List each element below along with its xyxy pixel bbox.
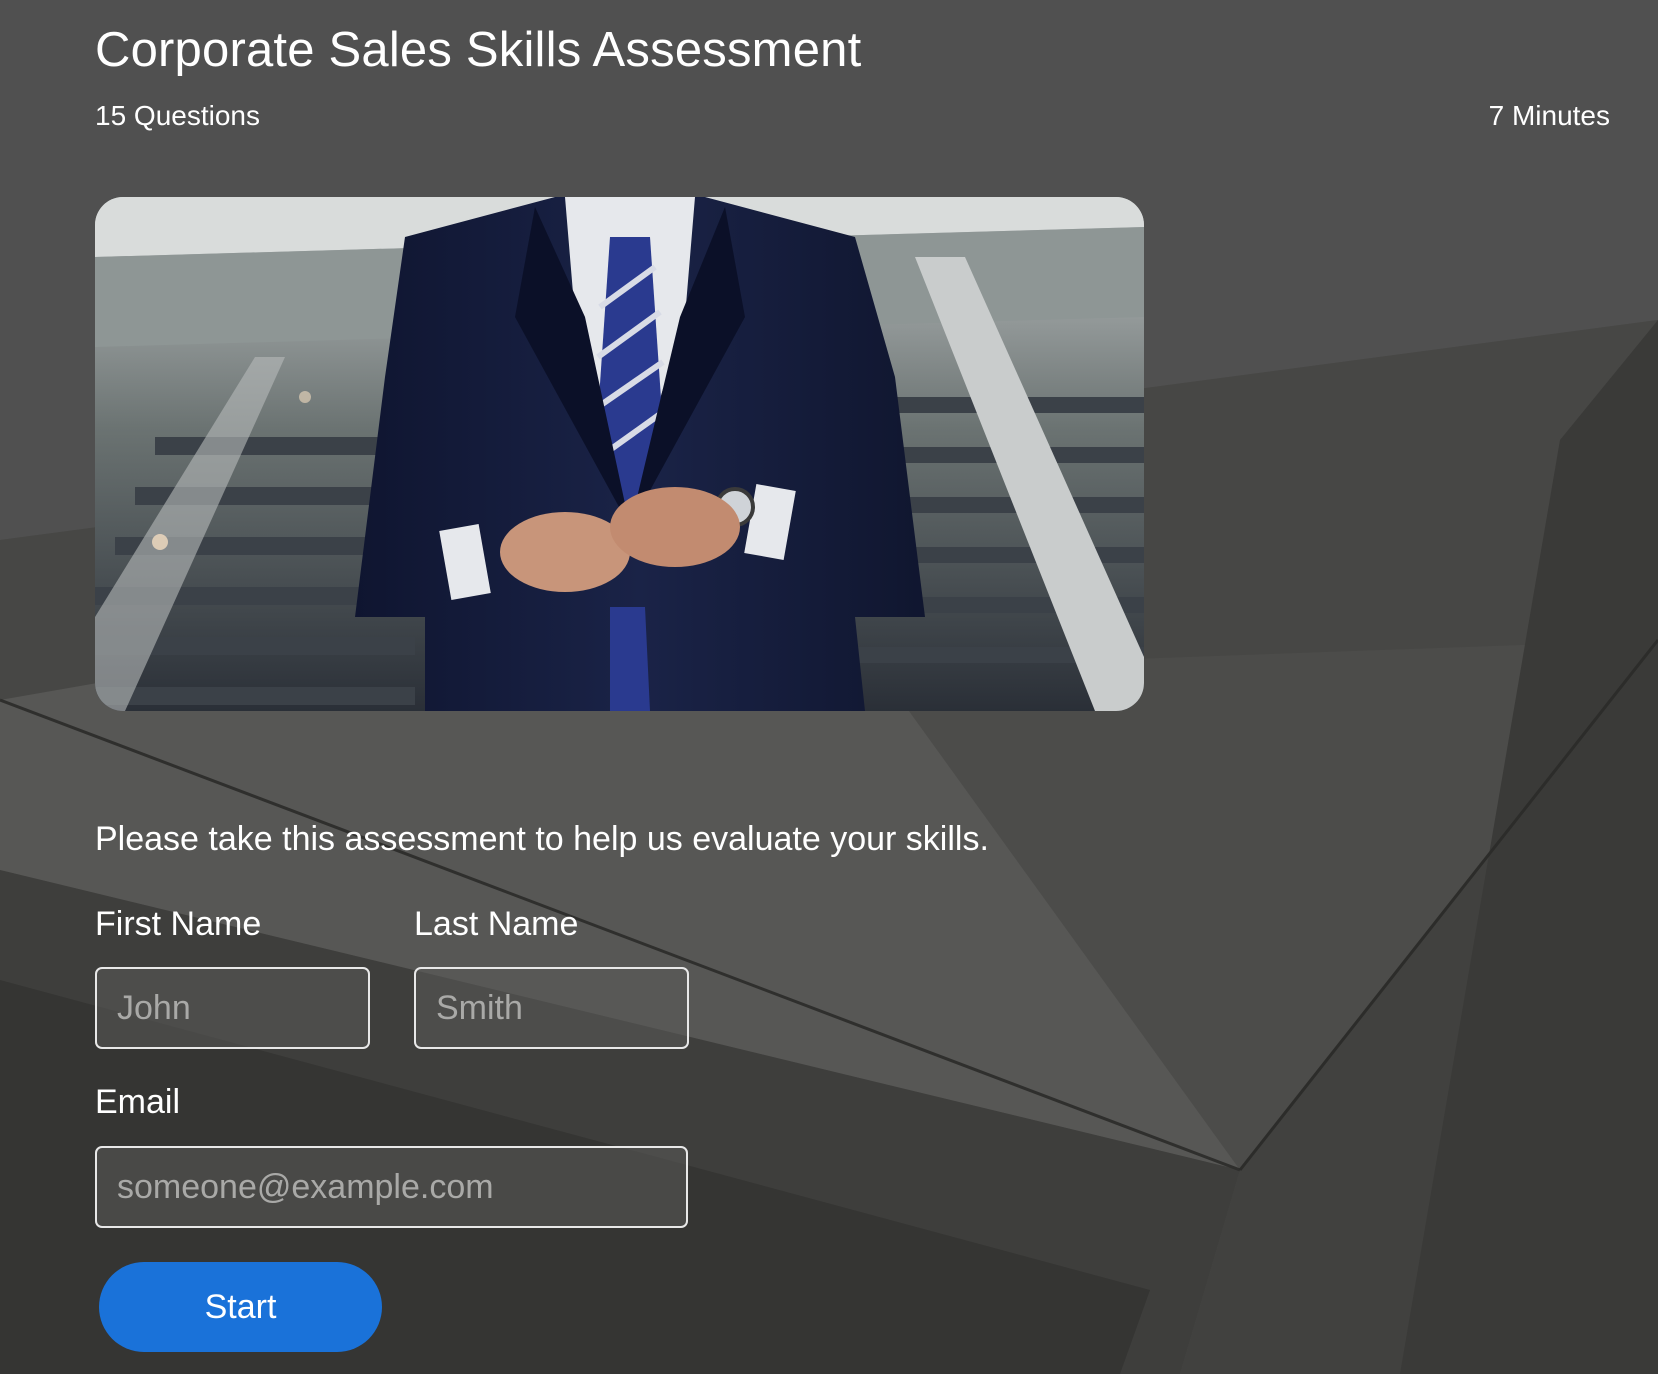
question-count: 15 Questions: [95, 100, 260, 131]
start-button[interactable]: Start: [99, 1262, 382, 1352]
email-label: Email: [95, 1083, 181, 1121]
last-name-label: Last Name: [414, 905, 579, 943]
first-name-input[interactable]: [95, 967, 370, 1049]
hero-image: [95, 197, 1144, 711]
assessment-start-page: Corporate Sales Skills Assessment 15 Que…: [0, 0, 1658, 1374]
page-title: Corporate Sales Skills Assessment: [95, 23, 862, 77]
last-name-input[interactable]: [414, 967, 689, 1049]
first-name-label: First Name: [95, 905, 262, 943]
intro-text: Please take this assessment to help us e…: [95, 820, 989, 858]
assessment-duration: 7 Minutes: [1488, 100, 1610, 131]
email-input[interactable]: [95, 1146, 688, 1228]
